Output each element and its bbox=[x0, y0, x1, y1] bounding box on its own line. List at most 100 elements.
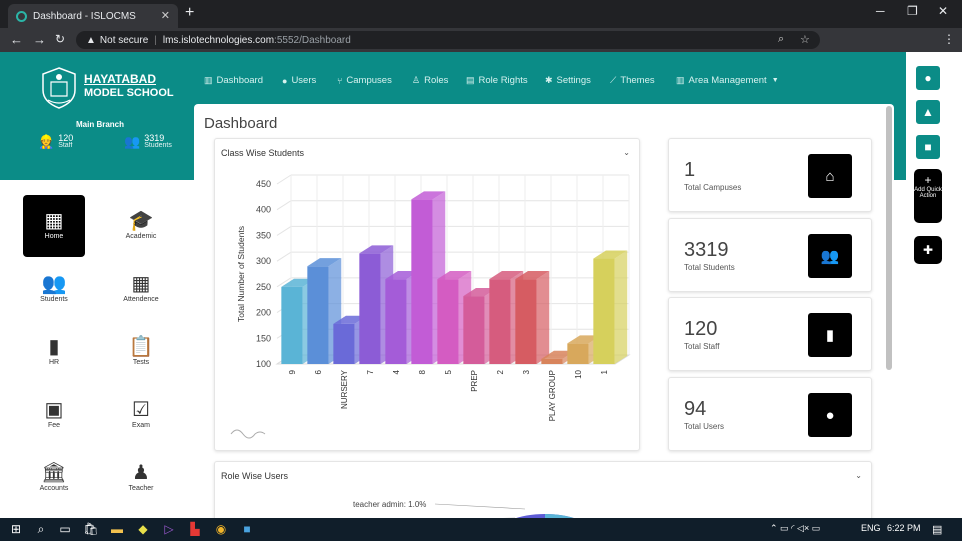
menu-campuses[interactable]: ⑂ Campuses bbox=[337, 75, 392, 86]
x-tick-label: 9 bbox=[288, 369, 297, 374]
graduation-cap-icon: 🎓 bbox=[128, 210, 154, 232]
menu-themes[interactable]: ⟋ Themes bbox=[610, 75, 655, 86]
header-stat-students: 👥 3319 Students bbox=[124, 134, 172, 150]
calendar-icon: ▦ bbox=[131, 273, 151, 295]
app-icon[interactable]: ■ bbox=[239, 521, 255, 537]
stat-label: Total Staff bbox=[684, 342, 720, 351]
add-quick-action-button[interactable]: + Add Quick Action bbox=[914, 169, 942, 223]
restore-icon[interactable]: ❐ bbox=[907, 4, 918, 18]
y-tick-label: 450 bbox=[256, 179, 271, 189]
home-icon: ⌂ bbox=[808, 154, 852, 198]
search-icon[interactable]: ⌕ bbox=[33, 521, 49, 537]
url-path: :5552/Dashboard bbox=[274, 34, 351, 46]
bell-icon: ▲ bbox=[922, 105, 934, 119]
user-icon: ● bbox=[924, 71, 932, 85]
tab-close-icon[interactable]: ✕ bbox=[161, 9, 170, 22]
menu-role-rights[interactable]: ▤ Role Rights bbox=[466, 75, 528, 86]
new-tab-icon[interactable]: + bbox=[185, 4, 194, 22]
messages-button[interactable]: ■ bbox=[914, 133, 942, 161]
menu-settings[interactable]: ✱ Settings bbox=[545, 75, 591, 86]
list-icon: ▤ bbox=[466, 75, 475, 85]
y-tick-label: 150 bbox=[256, 333, 271, 343]
chat-icon: ■ bbox=[924, 140, 932, 154]
sidebar-item-students[interactable]: 👥 Students bbox=[23, 258, 85, 320]
menu-dashboard[interactable]: ▥ Dashboard bbox=[204, 75, 263, 86]
notifications-button[interactable]: ▲ bbox=[914, 98, 942, 126]
reload-icon[interactable]: ↻ bbox=[55, 32, 65, 46]
home-grid-icon: ▦ bbox=[44, 210, 64, 232]
url-field[interactable]: ▲ Not secure | lms.islotechnologies.com … bbox=[76, 31, 820, 49]
menu-area-management[interactable]: ▥ Area Management ▼ bbox=[676, 75, 779, 86]
browser-tab[interactable]: Dashboard - ISLOCMS ✕ bbox=[8, 4, 178, 28]
roles-icon: ♙ bbox=[412, 75, 421, 85]
user-icon: ● bbox=[282, 75, 288, 86]
stat-card-staff: 120 Total Staff ▮ bbox=[668, 297, 872, 371]
forward-icon[interactable]: → bbox=[33, 32, 46, 47]
chart-icon: ▥ bbox=[204, 75, 213, 85]
x-tick-label: 3 bbox=[522, 369, 531, 374]
money-icon: ▣ bbox=[44, 399, 64, 421]
y-tick-label: 250 bbox=[256, 282, 271, 292]
role-wise-users-card: Role Wise Users ⌄ teacher admin: 1.0% bbox=[214, 461, 872, 521]
notifications-icon[interactable]: ▤ bbox=[932, 523, 942, 536]
windows-start-icon[interactable]: ⊞ bbox=[8, 521, 24, 537]
sidebar-item-academic[interactable]: 🎓 Academic bbox=[110, 195, 172, 257]
stat-value: 120 bbox=[684, 318, 718, 340]
caret-down-icon: ▼ bbox=[771, 77, 779, 84]
file-explorer-icon[interactable]: ▬ bbox=[109, 521, 125, 537]
tray-icons[interactable]: ⌃ ▭ ◜ ◁× ▭ bbox=[770, 523, 820, 534]
browser-menu-icon[interactable]: ⋮ bbox=[943, 32, 955, 46]
sidebar-item-fee[interactable]: ▣ Fee bbox=[23, 384, 85, 446]
app-icon[interactable]: ◆ bbox=[135, 521, 151, 537]
sidebar-item-exam[interactable]: ☑ Exam bbox=[110, 384, 172, 446]
store-icon[interactable]: 🛍 bbox=[83, 521, 99, 537]
window-close-icon[interactable]: ✕ bbox=[938, 4, 948, 18]
sidebar-item-tests[interactable]: 📋 Tests bbox=[110, 321, 172, 383]
zoom-icon[interactable]: ⌕ bbox=[778, 33, 784, 46]
id-badge-icon: ▮ bbox=[808, 313, 852, 357]
bank-icon: 🏛 bbox=[41, 462, 67, 484]
bar bbox=[515, 279, 537, 364]
clock[interactable]: 6:22 PM bbox=[887, 523, 921, 533]
bar bbox=[541, 358, 563, 364]
tab-title: Dashboard - ISLOCMS bbox=[33, 10, 136, 22]
bar bbox=[359, 253, 381, 364]
visual-studio-icon[interactable]: ▷ bbox=[161, 521, 177, 537]
menu-roles[interactable]: ♙ Roles bbox=[412, 75, 448, 86]
profile-button[interactable]: ● bbox=[914, 64, 942, 92]
bookmark-star-icon[interactable]: ☆ bbox=[800, 33, 810, 46]
stat-value: 3319 bbox=[684, 239, 729, 261]
stat-card-campuses: 1 Total Campuses ⌂ bbox=[668, 138, 872, 212]
school-name-line2: MODEL SCHOOL bbox=[84, 87, 174, 99]
user-icon: ● bbox=[808, 393, 852, 437]
x-tick-label: 5 bbox=[444, 369, 453, 374]
staff-count: 120 bbox=[58, 133, 74, 143]
chart-logo-icon bbox=[230, 429, 266, 439]
y-axis-label: Total Number of Students bbox=[236, 226, 246, 322]
gridline bbox=[276, 251, 292, 262]
x-tick-label: 2 bbox=[496, 369, 505, 374]
sidebar-item-attendence[interactable]: ▦ Attendence bbox=[110, 258, 172, 320]
language-indicator[interactable]: ENG bbox=[861, 523, 881, 533]
browser-titlebar: Dashboard - ISLOCMS ✕ + ─ ❐ ✕ bbox=[0, 0, 962, 28]
school-logo bbox=[42, 67, 76, 109]
back-icon[interactable]: ← bbox=[10, 32, 23, 47]
stat-value: 94 bbox=[684, 398, 707, 420]
gear-icon: ✱ bbox=[545, 75, 553, 85]
brush-icon: ⟋ bbox=[610, 75, 617, 85]
staff-label: Staff bbox=[58, 142, 73, 149]
minimize-icon[interactable]: ─ bbox=[876, 4, 885, 18]
warning-icon: ▲ bbox=[86, 34, 96, 46]
sidebar-item-teacher[interactable]: ♟ Teacher bbox=[110, 447, 172, 509]
y-tick-label: 200 bbox=[256, 308, 271, 318]
sidebar-item-accounts[interactable]: 🏛 Accounts bbox=[23, 447, 85, 509]
task-view-icon[interactable]: ▭ bbox=[57, 521, 73, 537]
menu-users[interactable]: ● Users bbox=[282, 75, 316, 86]
add-user-button[interactable]: ✚ bbox=[914, 236, 942, 264]
scrollbar[interactable] bbox=[886, 106, 892, 370]
bar bbox=[385, 279, 407, 364]
sidebar-item-home[interactable]: ▦ Home bbox=[23, 195, 85, 257]
chrome-icon[interactable]: ◉ bbox=[213, 521, 229, 537]
pdf-icon[interactable]: ▙ bbox=[187, 521, 203, 537]
sidebar-item-hr[interactable]: ▮ HR bbox=[23, 321, 85, 383]
